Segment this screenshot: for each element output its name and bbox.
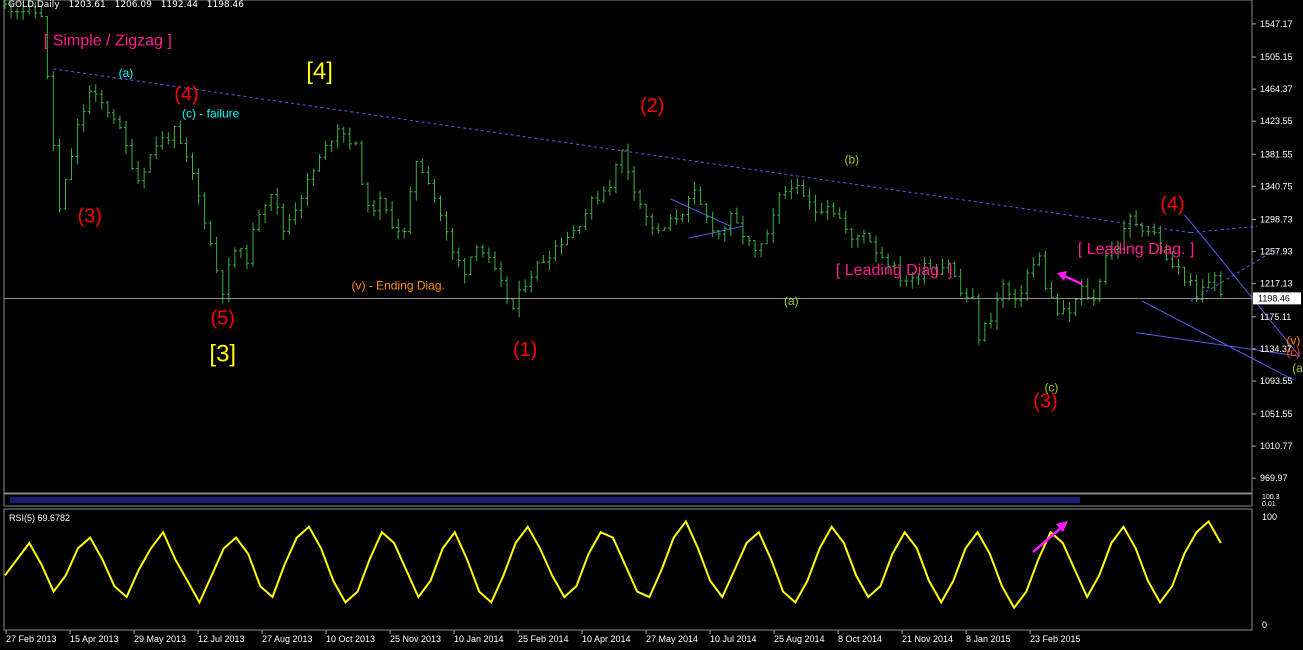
x-tick-label: 29 May 2013 — [134, 634, 186, 644]
price-tick-label: 1010.77 — [1260, 441, 1293, 451]
low-value: 1192.44 — [160, 0, 198, 10]
x-tick-label: 27 Aug 2013 — [262, 634, 313, 644]
wave-label: (c) — [1044, 381, 1058, 395]
x-tick-label: 8 Oct 2014 — [838, 634, 882, 644]
strip-bar — [10, 497, 1080, 503]
wave-label: [4] — [306, 58, 333, 85]
wave-label: (a) — [1292, 361, 1303, 375]
x-tick-label: 23 Feb 2015 — [1030, 634, 1081, 644]
price-tick-label: 1257.93 — [1260, 247, 1293, 257]
x-tick-label: 10 Jan 2014 — [454, 634, 504, 644]
wave-label: (b) — [844, 152, 859, 166]
high-value: 1206.09 — [114, 0, 152, 10]
gold-daily-chart: [ Simple / Zigzag ] [4] [3] (3) (4) (5) (1) (2)… — [0, 0, 1303, 645]
x-tick-label: 10 Jul 2014 — [710, 634, 757, 644]
price-tick-label: 1093.55 — [1260, 376, 1293, 386]
price-tick-label: 1298.73 — [1260, 214, 1293, 224]
wave-label: (3) — [77, 205, 101, 227]
chart-area: [ Simple / Zigzag ] [4] [3] (3) (4) (5) (1) (2)… — [0, 0, 1303, 645]
wave-label: [3] — [209, 341, 236, 368]
rsi-label: RSI(5) 69.6782 — [9, 513, 70, 523]
open-value: 1203.61 — [68, 0, 106, 10]
x-tick-label: 12 Jul 2013 — [198, 634, 245, 644]
wave-label: (1) — [513, 339, 537, 361]
wave-label: (a) — [784, 294, 799, 308]
wave-label: (2) — [640, 95, 664, 117]
x-tick-label: 21 Nov 2014 — [902, 634, 953, 644]
chart-header: GOLD,Daily 1203.61 1206.09 1192.44 1198.… — [8, 0, 250, 10]
rsi-scale-top: 100 — [1262, 512, 1277, 522]
x-tick-label: 10 Apr 2014 — [582, 634, 631, 644]
x-tick-label: 10 Oct 2013 — [326, 634, 375, 644]
x-tick-label: 15 Apr 2013 — [70, 634, 119, 644]
current-price-label: 1198.46 — [1258, 293, 1290, 303]
strip-value: 100.3 — [1262, 494, 1280, 501]
price-tick-label: 1505.15 — [1260, 52, 1293, 62]
wave-label: (5) — [211, 308, 235, 330]
price-tick-label: 1547.17 — [1260, 19, 1293, 29]
rsi-scale-bottom: 0 — [1262, 620, 1267, 630]
x-tick-label: 25 Feb 2014 — [518, 634, 569, 644]
price-tick-label: 969.97 — [1260, 473, 1288, 483]
price-tick-label: 1464.37 — [1260, 84, 1293, 94]
x-tick-label: 27 May 2014 — [646, 634, 698, 644]
wave-label: (v) - Ending Diag. — [351, 278, 444, 292]
price-tick-label: 1134.37 — [1260, 344, 1292, 354]
price-tick-label: 1217.13 — [1260, 279, 1293, 289]
x-tick-label: 8 Jan 2015 — [966, 634, 1011, 644]
wave-label: [ Leading Diag. ] — [836, 262, 953, 279]
wave-label: (4) — [174, 83, 198, 105]
price-tick-label: 1051.55 — [1260, 409, 1293, 419]
wave-label: [ Leading Diag. ] — [1078, 241, 1195, 258]
price-tick-label: 1381.55 — [1260, 149, 1293, 159]
wave-label: (4) — [1160, 194, 1184, 216]
close-value: 1198.46 — [206, 0, 245, 10]
price-tick-label: 1175.11 — [1260, 312, 1291, 322]
symbol-label: GOLD,Daily — [8, 0, 60, 10]
x-tick-label: 25 Nov 2013 — [390, 634, 441, 644]
wave-label: [ Simple / Zigzag ] — [44, 32, 172, 49]
strip-value: 0.01 — [1262, 501, 1276, 508]
price-tick-label: 1423.55 — [1260, 116, 1293, 126]
price-tick-label: 1340.75 — [1260, 181, 1293, 191]
x-tick-label: 25 Aug 2014 — [774, 634, 825, 644]
wave-label: (a) — [119, 66, 134, 80]
x-tick-label: 27 Feb 2013 — [6, 634, 57, 644]
wave-label: (c) - failure — [182, 107, 240, 121]
